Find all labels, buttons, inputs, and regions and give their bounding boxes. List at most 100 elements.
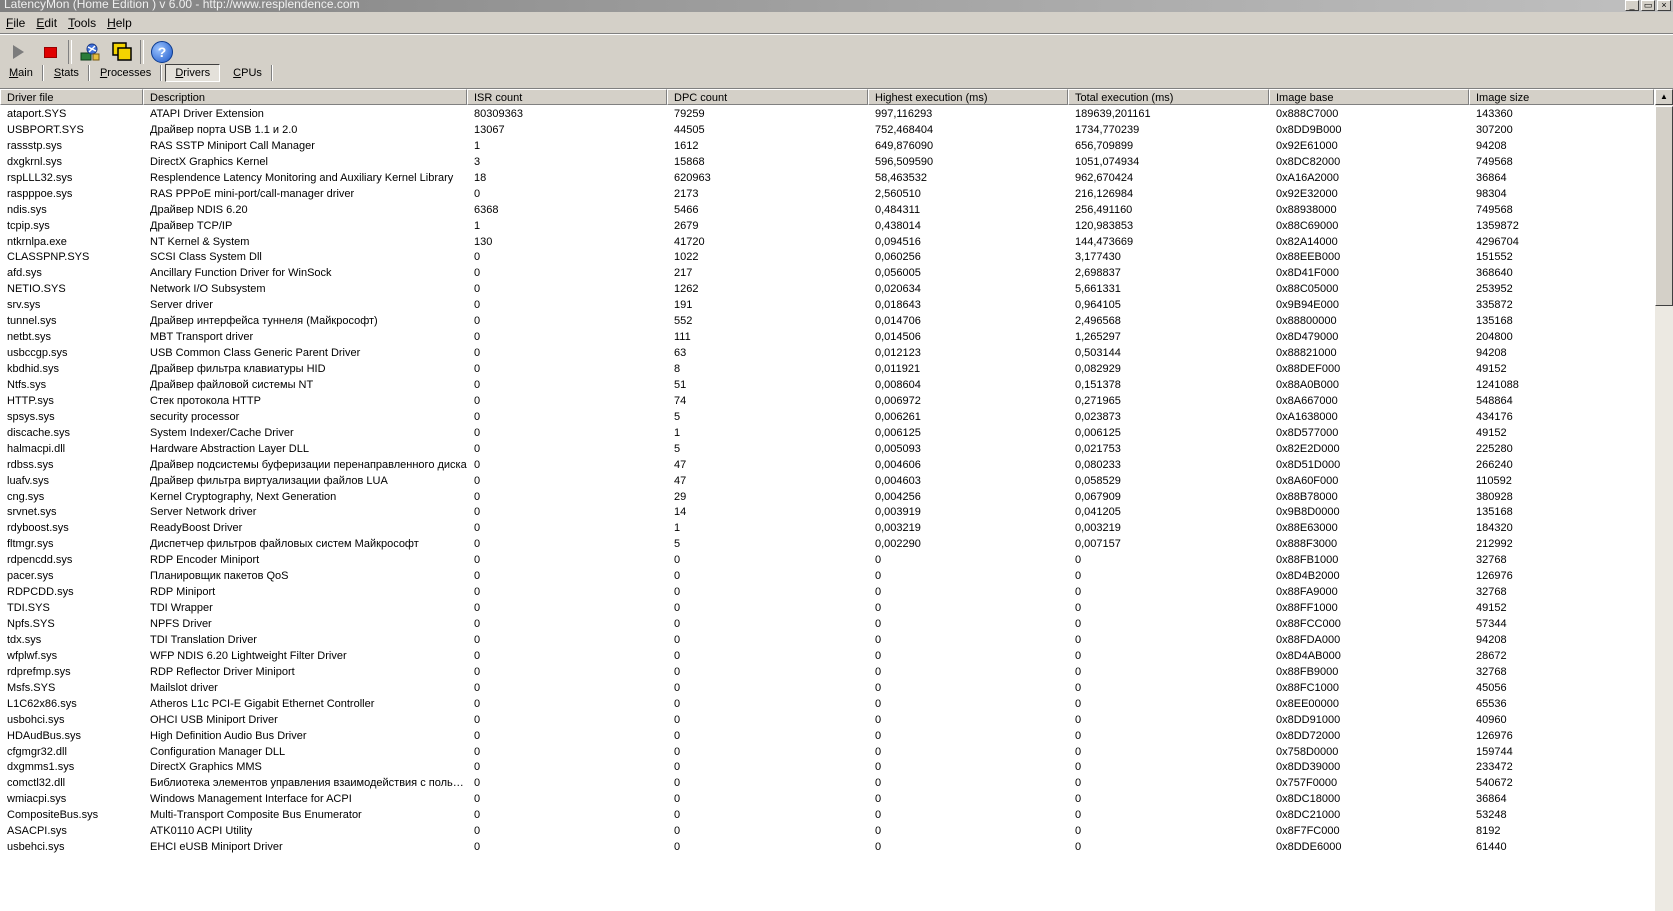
- table-row[interactable]: ndis.sys Драйвер NDIS 6.20 6368 5466 0,48431…: [0, 202, 1654, 218]
- table-row[interactable]: usbohci.sys OHCI USB Miniport Driver 0 0 0 0 0…: [0, 712, 1654, 728]
- vertical-scrollbar[interactable]: ▲: [1655, 89, 1673, 911]
- menu-edit[interactable]: Edit: [30, 14, 62, 34]
- table-row[interactable]: cfgmgr32.dll Configuration Manager DLL 0 0 0…: [0, 744, 1654, 760]
- table-row[interactable]: CLASSPNP.SYS SCSI Class System Dll 0 1022 0,…: [0, 249, 1654, 265]
- table-row[interactable]: ASACPI.sys ATK0110 ACPI Utility 0 0 0 0 0x8F7F…: [0, 823, 1654, 839]
- column-header-total-execution[interactable]: Total execution (ms): [1068, 89, 1269, 105]
- menu-bar: File Edit Tools Help: [0, 14, 1673, 34]
- table-row[interactable]: HTTP.sys Стек протокола HTTP 0 74 0,006972 0,…: [0, 393, 1654, 409]
- cell-isr-count: 13067: [474, 123, 505, 136]
- tab-main[interactable]: Main: [0, 65, 43, 81]
- table-row[interactable]: RDPCDD.sys RDP Miniport 0 0 0 0 0x88FA9000 3276…: [0, 584, 1654, 600]
- cell-driver-file: srvnet.sys: [7, 506, 57, 519]
- cell-image-size: 94208: [1476, 633, 1507, 646]
- cell-image-base: 0x8D4AB000: [1276, 649, 1341, 662]
- table-row[interactable]: Npfs.SYS NPFS Driver 0 0 0 0 0x88FCC000 57344: [0, 616, 1654, 632]
- cell-description: RAS SSTP Miniport Call Manager: [150, 139, 315, 152]
- cell-image-size: 151552: [1476, 251, 1513, 264]
- table-row[interactable]: netbt.sys MBT Transport driver 0 111 0,01450…: [0, 329, 1654, 345]
- cell-highest-execution: 0: [875, 825, 882, 838]
- table-row[interactable]: luafv.sys Драйвер фильтра виртуализации ф…: [0, 473, 1654, 489]
- table-row[interactable]: spsys.sys security processor 0 5 0,006261 0,0…: [0, 409, 1654, 425]
- maximize-button[interactable]: ▭: [1641, 0, 1655, 11]
- table-row[interactable]: NETIO.SYS Network I/O Subsystem 0 1262 0,020…: [0, 281, 1654, 297]
- cell-description: OHCI USB Miniport Driver: [150, 713, 278, 726]
- window-controls: _ ▭ ×: [1625, 0, 1671, 11]
- help-icon: ?: [151, 41, 173, 63]
- column-header-driver-file[interactable]: Driver file: [0, 89, 143, 105]
- table-row[interactable]: kbdhid.sys Драйвер фильтра клавиатуры HID…: [0, 361, 1654, 377]
- title-bar: LatencyMon (Home Edition ) v 6.00 - http…: [0, 0, 1673, 12]
- close-button[interactable]: ×: [1657, 0, 1671, 11]
- table-row[interactable]: tunnel.sys Драйвер интерфейса туннеля (Ма…: [0, 313, 1654, 329]
- cell-driver-file: luafv.sys: [7, 474, 49, 487]
- column-header-highest-execution[interactable]: Highest execution (ms): [868, 89, 1068, 105]
- cell-isr-count: 0: [474, 713, 481, 726]
- cell-dpc-count: 5: [674, 442, 681, 455]
- table-row[interactable]: rspLLL32.sys Resplendence Latency Monitor…: [0, 170, 1654, 186]
- table-row[interactable]: raspppoe.sys RAS PPPoE mini-port/call-man…: [0, 186, 1654, 202]
- tab-drivers[interactable]: Drivers: [165, 64, 221, 82]
- table-row[interactable]: tcpip.sys Драйвер TCP/IP 1 2679 0,438014 120,…: [0, 218, 1654, 234]
- cell-total-execution: 0,021753: [1075, 442, 1121, 455]
- menu-file[interactable]: File: [0, 14, 30, 34]
- minimize-button[interactable]: _: [1625, 0, 1639, 11]
- table-row[interactable]: CompositeBus.sys Multi-Transport Composit…: [0, 807, 1654, 823]
- table-row[interactable]: L1C62x86.sys Atheros L1c PCI-E Gigabit Et…: [0, 696, 1654, 712]
- table-row[interactable]: srvnet.sys Server Network driver 0 14 0,0039…: [0, 504, 1654, 520]
- table-row[interactable]: rassstp.sys RAS SSTP Miniport Call Manage…: [0, 138, 1654, 154]
- column-header-isr-count[interactable]: ISR count: [467, 89, 667, 105]
- table-row[interactable]: pacer.sys Планировщик пакетов QoS 0 0 0 0 0x8D…: [0, 568, 1654, 584]
- cell-highest-execution: 0,006261: [875, 410, 921, 423]
- table-row[interactable]: dxgmms1.sys DirectX Graphics MMS 0 0 0 0 0x8DD…: [0, 759, 1654, 775]
- tab-cpus[interactable]: CPUs: [224, 65, 272, 81]
- cell-highest-execution: 0,438014: [875, 219, 921, 232]
- table-row[interactable]: ntkrnlpa.exe NT Kernel & System 130 41720 0,…: [0, 234, 1654, 250]
- column-header-image-size[interactable]: Image size: [1469, 89, 1654, 105]
- table-row[interactable]: dxgkrnl.sys DirectX Graphics Kernel 3 15868…: [0, 154, 1654, 170]
- table-row[interactable]: fltmgr.sys Диспетчер фильтров файловых си…: [0, 536, 1654, 552]
- table-row[interactable]: usbccgp.sys USB Common Class Generic Pare…: [0, 345, 1654, 361]
- table-row[interactable]: comctl32.dll Библиотека элементов управле…: [0, 775, 1654, 791]
- table-row[interactable]: rdbss.sys Драйвер подсистемы буферизации …: [0, 457, 1654, 473]
- table-row[interactable]: srv.sys Server driver 0 191 0,018643 0,964105…: [0, 297, 1654, 313]
- table-row[interactable]: Ntfs.sys Драйвер файловой системы NT 0 51 0,…: [0, 377, 1654, 393]
- cell-isr-count: 0: [474, 251, 481, 264]
- table-row[interactable]: wfplwf.sys WFP NDIS 6.20 Lightweight Filt…: [0, 648, 1654, 664]
- cell-total-execution: 0,964105: [1075, 299, 1121, 312]
- table-row[interactable]: rdpencdd.sys RDP Encoder Miniport 0 0 0 0 0x88…: [0, 552, 1654, 568]
- table-row[interactable]: cng.sys Kernel Cryptography, Next Generat…: [0, 489, 1654, 505]
- table-row[interactable]: TDI.SYS TDI Wrapper 0 0 0 0 0x88FF1000 49152: [0, 600, 1654, 616]
- cell-total-execution: 0,006125: [1075, 426, 1121, 439]
- cell-highest-execution: 0: [875, 633, 882, 646]
- menu-help[interactable]: Help: [101, 14, 137, 34]
- table-row[interactable]: USBPORT.SYS Драйвер порта USB 1.1 и 2.0 13…: [0, 122, 1654, 138]
- table-row[interactable]: rdprefmp.sys RDP Reflector Driver Minipor…: [0, 664, 1654, 680]
- cell-total-execution: 0,271965: [1075, 394, 1121, 407]
- column-header-dpc-count[interactable]: DPC count: [667, 89, 868, 105]
- cell-dpc-count: 111: [674, 331, 691, 344]
- table-row[interactable]: Msfs.SYS Mailslot driver 0 0 0 0 0x88FC1000 450…: [0, 680, 1654, 696]
- table-row[interactable]: tdx.sys TDI Translation Driver 0 0 0 0 0x88FDA…: [0, 632, 1654, 648]
- table-row[interactable]: HDAudBus.sys High Definition Audio Bus Dr…: [0, 728, 1654, 744]
- table-row[interactable]: usbehci.sys EHCI eUSB Miniport Driver 0 0 0 0…: [0, 839, 1654, 855]
- table-row[interactable]: rdyboost.sys ReadyBoost Driver 0 1 0,003219 0…: [0, 520, 1654, 536]
- cell-highest-execution: 0: [875, 649, 882, 662]
- table-row[interactable]: ataport.SYS ATAPI Driver Extension 8030936…: [0, 106, 1654, 122]
- table-row[interactable]: halmacpi.dll Hardware Abstraction Layer D…: [0, 441, 1654, 457]
- scroll-thumb[interactable]: [1655, 106, 1673, 306]
- column-header-image-base[interactable]: Image base: [1269, 89, 1469, 105]
- table-row[interactable]: discache.sys System Indexer/Cache Driver 0…: [0, 425, 1654, 441]
- drivers-table[interactable]: Driver file Description ISR count DPC co…: [0, 88, 1673, 911]
- cell-image-base: 0x8DD39000: [1276, 761, 1341, 774]
- table-row[interactable]: wmiacpi.sys Windows Management Interface …: [0, 791, 1654, 807]
- cell-driver-file: srv.sys: [7, 299, 41, 312]
- cell-isr-count: 0: [474, 394, 481, 407]
- column-header-description[interactable]: Description: [143, 89, 467, 105]
- cell-dpc-count: 2679: [674, 219, 699, 232]
- tab-stats[interactable]: Stats: [45, 65, 89, 81]
- scroll-up-arrow-icon[interactable]: ▲: [1655, 89, 1673, 105]
- menu-tools[interactable]: Tools: [62, 14, 101, 34]
- table-row[interactable]: afd.sys Ancillary Function Driver for Win…: [0, 265, 1654, 281]
- tab-processes[interactable]: Processes: [91, 65, 162, 81]
